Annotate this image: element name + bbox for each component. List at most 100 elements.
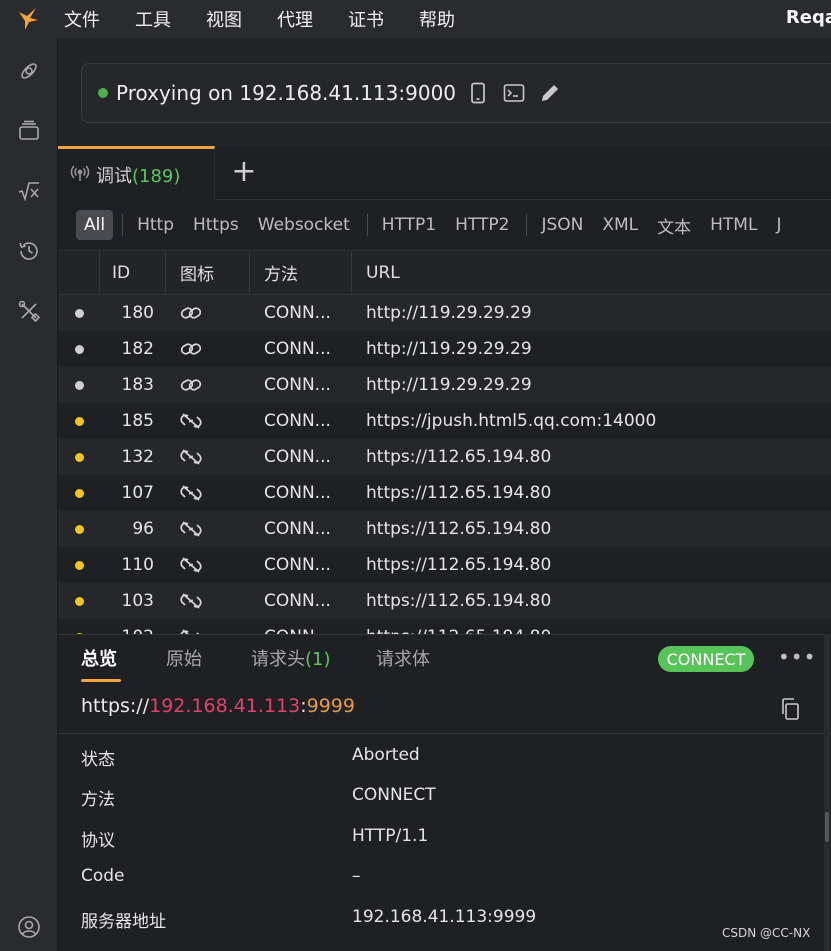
row-id: 183 <box>121 375 154 395</box>
row-id: 110 <box>121 555 154 575</box>
row-url: http://119.29.29.29 <box>366 303 532 323</box>
field-protocol-value: HTTP/1.1 <box>352 826 429 846</box>
filter-all[interactable]: All <box>76 210 114 240</box>
filter-json[interactable]: JSON <box>533 210 591 240</box>
row-id: 96 <box>132 519 154 539</box>
app-logo-icon <box>0 0 58 38</box>
edit-pencil-icon[interactable] <box>536 79 564 107</box>
request-headers-count: (1) <box>305 649 331 670</box>
table-body: 180 CONN... http://119.29.29.29 182 CONN... h… <box>58 295 831 634</box>
detail-scrollbar[interactable] <box>824 634 830 951</box>
filter-https[interactable]: Https <box>185 210 247 240</box>
row-url: http://119.29.29.29 <box>366 375 532 395</box>
tab-debug[interactable]: 调试(189) <box>58 146 215 200</box>
app-title: Reqa <box>785 7 831 28</box>
filter-divider <box>122 214 124 236</box>
row-id: 182 <box>121 339 154 359</box>
menu-help[interactable]: 帮助 <box>419 6 455 32</box>
status-dot <box>58 596 100 606</box>
link-icon <box>166 304 250 322</box>
more-options-button[interactable]: ••• <box>778 645 816 669</box>
status-dot <box>58 524 100 534</box>
copy-icon[interactable] <box>778 697 802 721</box>
status-dot <box>58 380 100 390</box>
table-row[interactable]: 183 CONN... http://119.29.29.29 <box>58 367 831 403</box>
filter-websocket[interactable]: Websocket <box>250 210 358 240</box>
account-icon[interactable] <box>16 914 42 940</box>
field-server-address-key: 服务器地址 <box>81 912 166 932</box>
row-id: 185 <box>121 411 154 431</box>
row-url: https://112.65.194.80 <box>366 519 552 539</box>
table-row[interactable]: 110 CONN... https://112.65.194.80 <box>58 547 831 583</box>
tab-request-body[interactable]: 请求体 <box>376 645 430 671</box>
row-id: 103 <box>121 591 154 611</box>
phone-icon[interactable] <box>464 79 492 107</box>
filter-js[interactable]: J <box>768 210 789 240</box>
column-status <box>58 251 100 294</box>
filter-http[interactable]: Http <box>129 210 182 240</box>
row-method: CONN... <box>264 483 331 503</box>
row-url: https://112.65.194.80 <box>352 627 831 634</box>
column-id[interactable]: ID <box>100 251 166 294</box>
table-row[interactable]: 102 CONN...https://112.65.194.80 <box>58 619 831 634</box>
table-row[interactable]: 180 CONN... http://119.29.29.29 <box>58 295 831 331</box>
broken-link-icon <box>166 412 250 430</box>
menu-view[interactable]: 视图 <box>206 6 242 32</box>
tab-raw[interactable]: 原始 <box>166 645 202 671</box>
proxy-status-text: Proxying on 192.168.41.113:9000 <box>116 81 457 105</box>
table-row[interactable]: 182 CONN... http://119.29.29.29 <box>58 331 831 367</box>
url-port: 9999 <box>306 695 355 717</box>
request-url: https://192.168.41.113:9999 <box>81 695 355 717</box>
field-server-address-value: 192.168.41.113:9999 <box>352 907 537 927</box>
menubar: 文件 工具 视图 代理 证书 帮助 Reqa <box>0 0 831 38</box>
table-row[interactable]: 96 CONN... https://112.65.194.80 <box>58 511 831 547</box>
tab-debug-label: 调试(189) <box>96 165 181 187</box>
field-status-value: Aborted <box>352 745 420 765</box>
table-row[interactable]: 132 CONN... https://112.65.194.80 <box>58 439 831 475</box>
status-dot <box>58 344 100 354</box>
url-host: 192.168.41.113 <box>149 695 301 717</box>
status-dot <box>58 488 100 498</box>
column-icon[interactable]: 图标 <box>166 251 250 294</box>
column-method[interactable]: 方法 <box>250 251 352 294</box>
formula-icon[interactable] <box>16 178 42 204</box>
table-row[interactable]: 103 CONN... https://112.65.194.80 <box>58 583 831 619</box>
column-url[interactable]: URL <box>352 251 831 294</box>
filter-http2[interactable]: HTTP2 <box>447 210 517 240</box>
tools-icon[interactable] <box>16 298 42 324</box>
satellite-icon[interactable] <box>16 58 42 84</box>
row-url: https://112.65.194.80 <box>366 483 552 503</box>
menu-certificate[interactable]: 证书 <box>348 6 384 32</box>
field-method-key: 方法 <box>81 790 115 810</box>
history-icon[interactable] <box>16 238 42 264</box>
menu-proxy[interactable]: 代理 <box>277 6 313 32</box>
field-code-key: Code <box>81 866 125 886</box>
watermark: CSDN @CC-NX <box>722 926 811 940</box>
broken-link-icon <box>166 484 250 502</box>
filter-bar: All Http Https Websocket HTTP1 HTTP2 JSO… <box>58 200 831 250</box>
row-method: CONN... <box>264 447 331 467</box>
table-header: ID 图标 方法 URL <box>58 250 831 295</box>
row-id: 107 <box>121 483 154 503</box>
row-method: CONN... <box>264 519 331 539</box>
detail-tabs: 总览 原始 请求头(1) 请求体 CONNECT ••• <box>58 635 831 683</box>
filter-http1[interactable]: HTTP1 <box>374 210 444 240</box>
menu-tools[interactable]: 工具 <box>135 6 171 32</box>
table-row[interactable]: 107 CONN... https://112.65.194.80 <box>58 475 831 511</box>
terminal-icon[interactable] <box>500 79 528 107</box>
detail-scroll-thumb[interactable] <box>825 812 829 842</box>
row-method: CONN... <box>264 591 331 611</box>
filter-html[interactable]: HTML <box>702 210 765 240</box>
row-id: 180 <box>121 303 154 323</box>
tab-overview[interactable]: 总览 <box>81 645 117 671</box>
tab-request-headers[interactable]: 请求头(1) <box>251 645 331 671</box>
status-dot <box>58 416 100 426</box>
add-tab-button[interactable]: + <box>230 156 258 188</box>
filter-text[interactable]: 文本 <box>649 208 699 243</box>
menu-file[interactable]: 文件 <box>64 6 100 32</box>
sidebar <box>0 38 58 951</box>
layers-icon[interactable] <box>16 118 42 144</box>
filter-xml[interactable]: XML <box>594 210 646 240</box>
link-icon <box>166 340 250 358</box>
table-row[interactable]: 185 CONN... https://jpush.html5.qq.com:140… <box>58 403 831 439</box>
